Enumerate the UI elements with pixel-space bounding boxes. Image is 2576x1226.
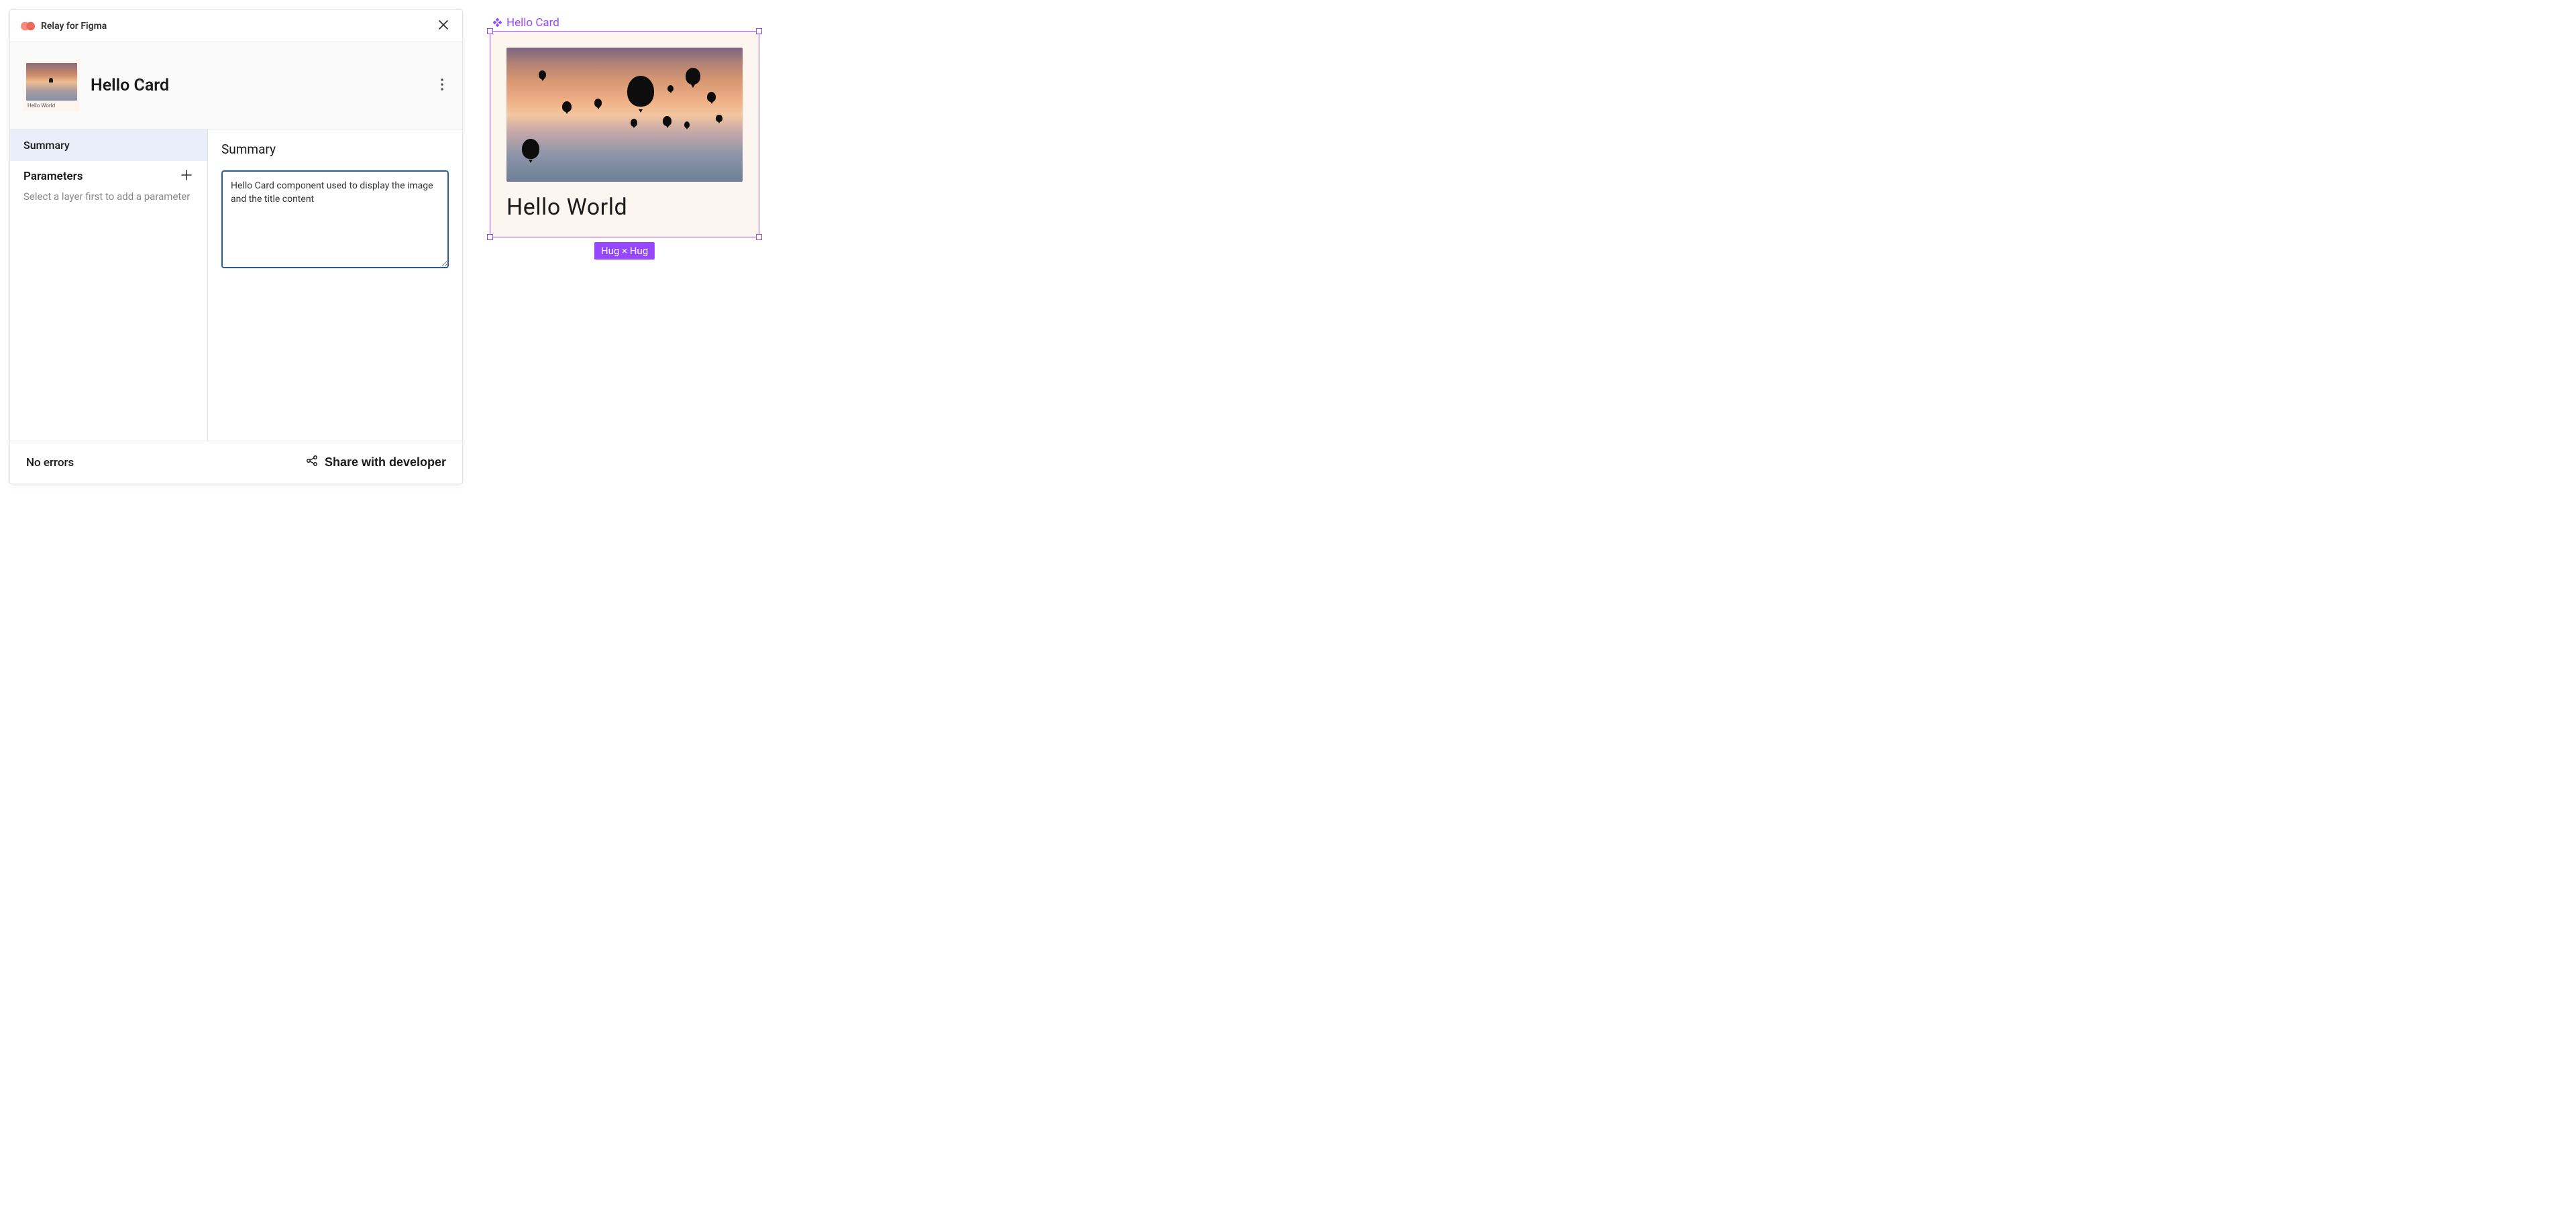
plugin-header: Relay for Figma (10, 10, 462, 42)
panel-footer: No errors Share with developer (10, 441, 462, 484)
balloon-icon (667, 85, 674, 92)
frame-label-text: Hello Card (506, 16, 559, 30)
card-title: Hello World (506, 194, 743, 221)
balloon-icon (627, 76, 654, 107)
component-header: Hello World Hello Card (10, 42, 462, 129)
add-parameter-button[interactable] (179, 168, 194, 184)
thumbnail-image (26, 63, 77, 101)
plugin-title: Relay for Figma (41, 21, 107, 32)
canvas-area: Hello Card (490, 9, 759, 481)
tab-summary[interactable]: Summary (10, 129, 207, 161)
balloon-icon (522, 139, 539, 159)
resize-handle-bottom-left[interactable] (487, 234, 493, 240)
hello-card-component[interactable]: Hello World (490, 32, 759, 237)
balloon-icon (663, 116, 672, 126)
resize-handle-bottom-right[interactable] (756, 234, 762, 240)
plugin-panel: Relay for Figma Hello World Hello Card (9, 9, 463, 484)
resize-handle-top-right[interactable] (756, 28, 762, 34)
main-content: Summary (208, 129, 462, 441)
selection-frame[interactable]: Hello World Hug × Hug (490, 31, 759, 237)
balloon-icon (631, 119, 637, 127)
parameters-hint: Select a layer first to add a parameter (23, 190, 194, 203)
summary-textarea[interactable] (221, 170, 449, 268)
balloon-icon (707, 92, 716, 102)
close-icon (438, 19, 449, 32)
parameters-section: Parameters Select a layer first to add a… (10, 161, 207, 210)
card-image (506, 48, 743, 182)
balloon-icon (562, 101, 572, 112)
sidebar-tabs: Summary Parameters Select a layer firs (10, 129, 208, 441)
more-vertical-icon (441, 78, 443, 93)
plugin-title-group: Relay for Figma (21, 21, 107, 32)
component-name: Hello Card (91, 76, 169, 95)
component-diamond-icon (493, 18, 503, 28)
balloon-icon (716, 115, 722, 122)
parameters-title: Parameters (23, 170, 83, 183)
panel-body: Summary Parameters Select a layer firs (10, 129, 462, 441)
parameters-header: Parameters (23, 168, 194, 184)
error-status: No errors (26, 456, 74, 469)
component-thumbnail: Hello World (23, 60, 80, 111)
size-badge: Hug × Hug (594, 242, 655, 260)
balloon-icon (684, 121, 690, 128)
thumbnail-caption: Hello World (26, 101, 77, 109)
relay-logo-icon (21, 21, 36, 32)
plus-icon (180, 169, 193, 183)
more-options-button[interactable] (435, 73, 449, 98)
balloon-icon (539, 70, 546, 79)
close-button[interactable] (435, 17, 451, 35)
component-title-group: Hello World Hello Card (23, 60, 169, 111)
resize-handle-top-left[interactable] (487, 28, 493, 34)
share-icon (306, 455, 318, 470)
content-heading: Summary (221, 142, 449, 157)
balloon-icon (686, 68, 700, 85)
balloon-icon (594, 99, 602, 107)
share-with-developer-button[interactable]: Share with developer (306, 455, 446, 470)
share-button-label: Share with developer (325, 455, 446, 469)
frame-label[interactable]: Hello Card (493, 16, 759, 30)
